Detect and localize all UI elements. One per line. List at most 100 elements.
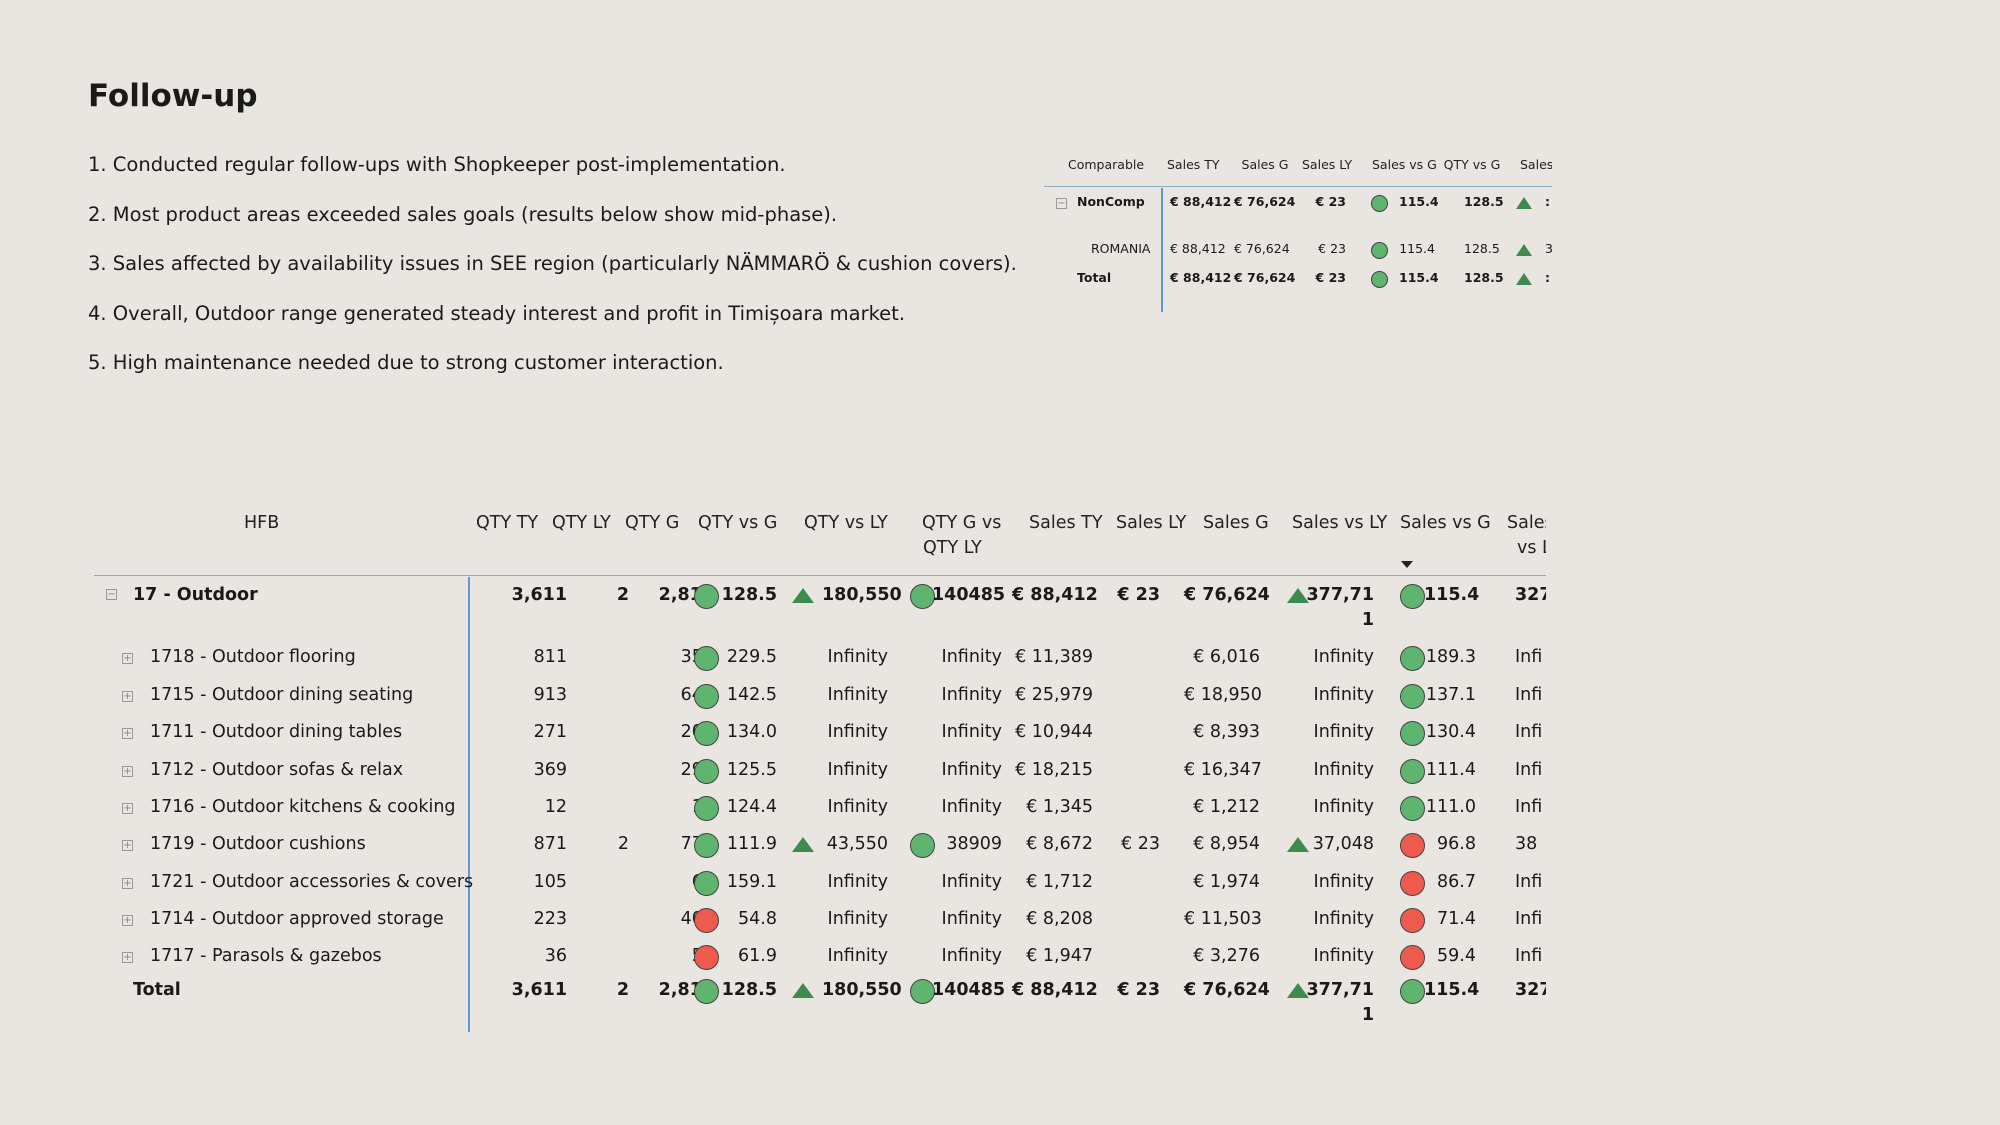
- sales-vs-ly-value: Infinity: [1313, 685, 1374, 705]
- sales-vs-g-value: 189.3: [1425, 647, 1476, 667]
- sales-vs-ly-value: Infinity: [1313, 722, 1374, 742]
- sales-vs-ly-value: 377,71: [1306, 980, 1374, 1000]
- qty-g-vs-ly-value: Infinity: [941, 685, 1002, 705]
- column-header: Sales LY: [1302, 157, 1353, 172]
- header-divider: [1044, 186, 1552, 187]
- row-label: 1721 - Outdoor accessories & covers: [150, 872, 474, 892]
- trend-up-triangle-icon: [1516, 273, 1532, 285]
- sales-g-value: € 76,624: [1234, 241, 1290, 256]
- truncated-value: 327: [1515, 585, 1546, 605]
- sales-vs-g-value: 115.4: [1399, 194, 1439, 209]
- expand-icon[interactable]: +: [122, 803, 133, 814]
- status-green-circle-icon: [1371, 242, 1388, 259]
- qty-ty-value: 3,611: [511, 980, 567, 1000]
- hfb-table: HFB QTY TY QTY LY QTY G QTY vs G QTY vs LY QTY…: [94, 500, 1546, 1040]
- note-item: 1. Conducted regular follow-ups with Sho…: [88, 153, 786, 176]
- status-green-circle-icon: [694, 796, 719, 821]
- qty-vs-g-value: 54.8: [738, 909, 777, 929]
- sales-g-value: € 18,950: [1184, 685, 1262, 705]
- column-header-qty-vs-ly: QTY vs LY: [804, 513, 888, 533]
- column-header-qty-g-vs-ly: QTY G vs: [922, 513, 1002, 533]
- note-item: 5. High maintenance needed due to strong…: [88, 351, 724, 374]
- header-divider: [94, 575, 1546, 576]
- sales-ly-value: € 23: [1117, 585, 1160, 605]
- sort-descending-icon[interactable]: [1401, 561, 1413, 568]
- truncated-value: Infi: [1515, 797, 1543, 817]
- qty-ty-value: 871: [533, 834, 567, 854]
- sales-vs-ly-value: Infinity: [1313, 909, 1374, 929]
- sales-g-value: € 1,212: [1193, 797, 1260, 817]
- total-label: Total: [133, 980, 181, 1000]
- status-green-circle-icon: [1400, 584, 1425, 609]
- truncated-value: 38: [1515, 834, 1538, 854]
- expand-icon[interactable]: +: [122, 691, 133, 702]
- sales-ty-value: € 1,712: [1026, 872, 1093, 892]
- sales-ty-value: € 1,345: [1026, 797, 1093, 817]
- column-divider: [1161, 188, 1163, 312]
- expand-icon[interactable]: +: [122, 915, 133, 926]
- sales-g-value: € 76,624: [1234, 194, 1296, 209]
- qty-g-vs-ly-value: 140485: [932, 585, 1006, 605]
- column-header-qty-vs-g: QTY vs G: [698, 513, 778, 533]
- qty-vs-g-value: 159.1: [726, 872, 777, 892]
- column-header: QTY vs G: [1443, 157, 1501, 172]
- row-label: NonComp: [1077, 194, 1145, 209]
- qty-vs-g-value: 61.9: [738, 946, 777, 966]
- qty-g-vs-ly-value: Infinity: [941, 797, 1002, 817]
- sales-ty-value: € 10,944: [1015, 722, 1093, 742]
- row-label: Total: [1077, 270, 1112, 285]
- trend-up-triangle-icon: [792, 837, 814, 852]
- qty-ly-value: 2: [616, 980, 629, 1000]
- collapse-icon[interactable]: −: [1056, 198, 1067, 209]
- status-green-circle-icon: [694, 646, 719, 671]
- qty-vs-g-value: 125.5: [726, 760, 777, 780]
- sales-vs-g-value: 111.4: [1425, 760, 1476, 780]
- column-header-sales-ty: Sales TY: [1029, 513, 1103, 533]
- expand-icon[interactable]: +: [122, 878, 133, 889]
- row-label: 1718 - Outdoor flooring: [150, 647, 356, 667]
- qty-vs-g-value: 124.4: [726, 797, 777, 817]
- row-label: 1714 - Outdoor approved storage: [150, 909, 444, 929]
- expand-icon[interactable]: +: [122, 728, 133, 739]
- comparable-table: Comparable Sales TY Sales G Sales LY Sales v…: [1044, 150, 1552, 312]
- status-red-circle-icon: [694, 945, 719, 970]
- sales-ty-value: € 88,412: [1170, 270, 1232, 285]
- status-green-circle-icon: [694, 684, 719, 709]
- qty-vs-ly-value: Infinity: [827, 647, 888, 667]
- sales-vs-ly-value: Infinity: [1313, 760, 1374, 780]
- sales-vs-g-value: 115.4: [1399, 270, 1439, 285]
- sales-vs-ly-value: 37,048: [1312, 834, 1374, 854]
- expand-icon[interactable]: +: [122, 952, 133, 963]
- sales-ly-value: € 23: [1117, 980, 1160, 1000]
- truncated-value: Infi: [1515, 909, 1543, 929]
- qty-vs-g-value: 142.5: [726, 685, 777, 705]
- collapse-icon[interactable]: −: [106, 589, 117, 600]
- status-green-circle-icon: [1400, 796, 1425, 821]
- column-header-sales-g: Sales G: [1203, 513, 1269, 533]
- qty-vs-g-value: 111.9: [726, 834, 777, 854]
- qty-g-vs-ly-value: Infinity: [941, 872, 1002, 892]
- status-green-circle-icon: [1400, 979, 1425, 1004]
- status-green-circle-icon: [694, 833, 719, 858]
- row-label: 17 - Outdoor: [133, 585, 258, 605]
- truncated-value: 327: [1515, 980, 1546, 1000]
- note-item: 3. Sales affected by availability issues…: [88, 252, 1017, 275]
- status-red-circle-icon: [1400, 945, 1425, 970]
- qty-vs-ly-value: Infinity: [827, 946, 888, 966]
- sales-vs-ly-value: Infinity: [1313, 797, 1374, 817]
- follow-up-notes: 1. Conducted regular follow-ups with Sho…: [88, 150, 1017, 398]
- qty-ty-value: 369: [533, 760, 567, 780]
- sales-ty-value: € 11,389: [1015, 647, 1093, 667]
- column-header: Sales: [1520, 157, 1552, 172]
- status-green-circle-icon: [1371, 195, 1388, 212]
- expand-icon[interactable]: +: [122, 766, 133, 777]
- expand-icon[interactable]: +: [122, 840, 133, 851]
- expand-icon[interactable]: +: [122, 653, 133, 664]
- note-item: 2. Most product areas exceeded sales goa…: [88, 202, 838, 226]
- sales-g-value: € 76,624: [1184, 585, 1270, 605]
- status-green-circle-icon: [694, 584, 719, 609]
- sales-g-value: € 1,974: [1193, 872, 1260, 892]
- qty-vs-g-value: 134.0: [726, 722, 777, 742]
- qty-vs-ly-value: Infinity: [827, 685, 888, 705]
- status-green-circle-icon: [694, 871, 719, 896]
